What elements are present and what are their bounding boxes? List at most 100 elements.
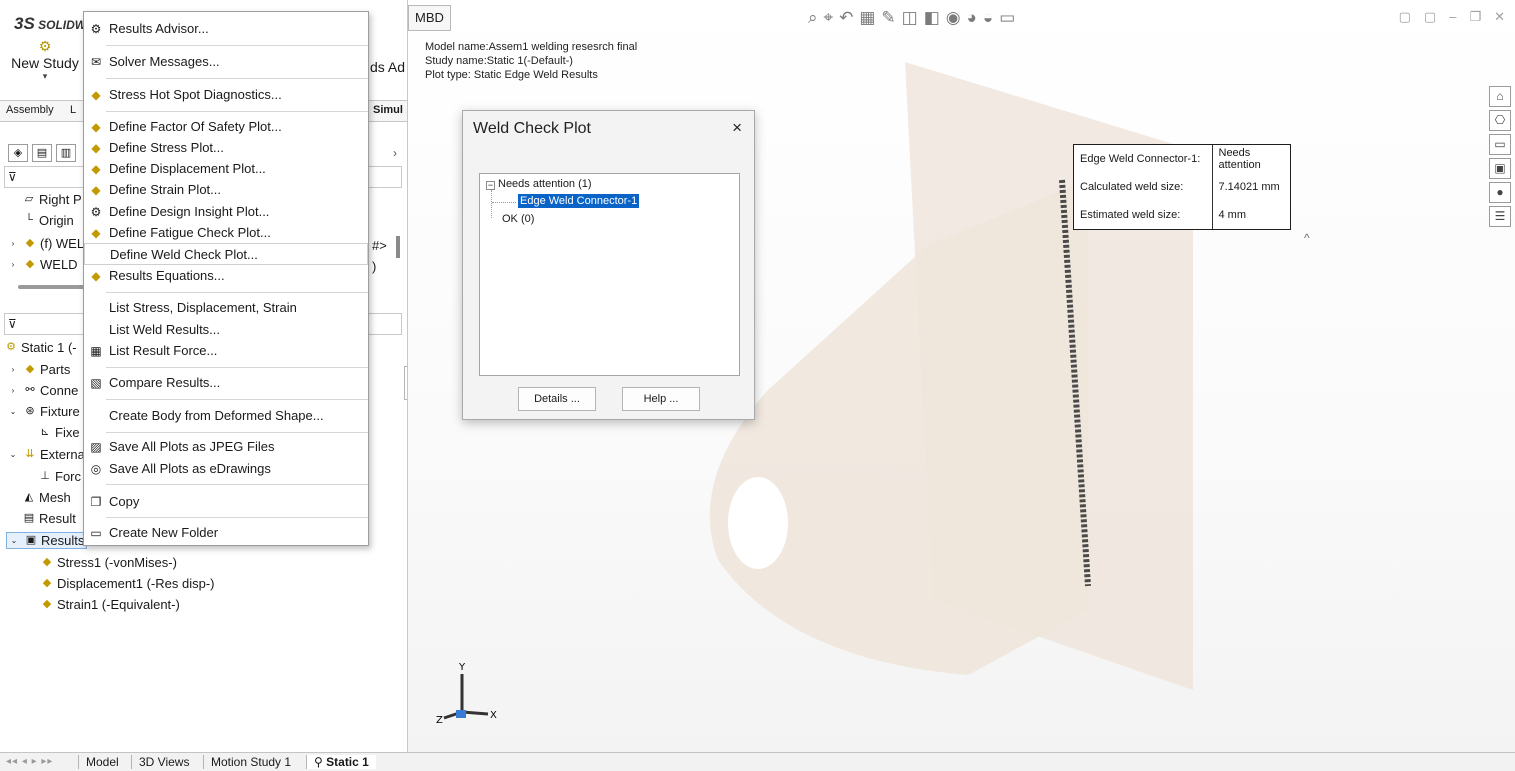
tree-item-fixed[interactable]: ⊾ Fixe — [38, 425, 79, 440]
origin-icon: └ — [25, 214, 33, 226]
view-orientation-icon[interactable]: ◫ — [902, 8, 918, 28]
tree-item-connections[interactable]: › ⚯ Conne — [6, 383, 79, 398]
display-style-icon[interactable]: ◧ — [924, 8, 940, 28]
collapse-icon[interactable]: ⌄ — [6, 405, 20, 418]
tree-item-parts[interactable]: › ◆ Parts — [6, 362, 71, 377]
home-icon[interactable]: ⌂ — [1489, 86, 1511, 107]
menu-item-define-design-insight[interactable]: ⚙ Define Design Insight Plot... — [84, 201, 368, 223]
file-explorer-icon[interactable]: ▭ — [1489, 134, 1511, 155]
panel-splitter-handle[interactable]: › — [404, 366, 407, 400]
menu-item-list-stress[interactable]: List Stress, Displacement, Strain — [84, 297, 368, 319]
mbd-tab[interactable]: MBD — [408, 5, 451, 31]
callout-collapse-icon[interactable]: ^ — [1304, 231, 1310, 245]
new-study-button[interactable]: ⚙ New Study ▾ — [9, 38, 81, 82]
collapse-icon[interactable]: − — [486, 181, 495, 190]
expand-icon[interactable]: › — [6, 237, 20, 250]
tab-assembly[interactable]: Assembly — [6, 104, 54, 116]
view-palette-icon[interactable]: ▣ — [1489, 158, 1511, 179]
messages-icon: ✉ — [90, 55, 102, 69]
tree-item-force[interactable]: ⊥ Forc — [38, 469, 81, 484]
tab-static-study[interactable]: ⚲ Static 1 — [306, 755, 376, 769]
collapse-icon[interactable]: ⌄ — [7, 534, 21, 547]
expand-icon[interactable]: › — [6, 258, 20, 271]
tree-item-static-study[interactable]: ⚙ Static 1 (- — [4, 340, 77, 355]
view-settings-icon[interactable]: ▭ — [999, 8, 1015, 28]
tree-item-results[interactable]: ⌄ ▣ Results — [6, 532, 88, 549]
tree-item-mesh[interactable]: ◭ Mesh — [22, 490, 71, 505]
close-icon[interactable]: ✕ — [1494, 9, 1505, 25]
menu-item-list-result-force[interactable]: ▦ List Result Force... — [84, 340, 368, 362]
new-study-dropdown-icon[interactable]: ▾ — [9, 71, 81, 82]
section-view-icon[interactable]: ▦ — [859, 8, 875, 28]
tab-model[interactable]: Model — [78, 755, 126, 769]
tree-item-right-plane[interactable]: ▱ Right P — [22, 192, 82, 207]
edrawings-icon: ◎ — [90, 462, 102, 476]
menu-item-results-equations[interactable]: ◆ Results Equations... — [84, 265, 368, 287]
zoom-area-icon[interactable]: ⌖ — [824, 8, 834, 28]
tree-node-needs-attention[interactable]: − Needs attention (1) — [486, 178, 592, 190]
feature-manager-icon[interactable]: ◈ — [8, 144, 28, 162]
menu-item-create-body-deformed[interactable]: Create Body from Deformed Shape... — [84, 405, 368, 427]
menu-item-define-stress-plot[interactable]: ◆ Define Stress Plot... — [84, 137, 368, 159]
tree-item-external-loads[interactable]: ⌄ ⇊ Externa — [6, 447, 85, 462]
tab-motion-study[interactable]: Motion Study 1 — [203, 755, 298, 769]
dialog-close-icon[interactable]: × — [732, 118, 742, 138]
tile-left-icon[interactable]: ▢ — [1399, 9, 1411, 25]
tree-item-strain1[interactable]: ◆ Strain1 (-Equivalent-) — [40, 597, 180, 612]
property-manager-icon[interactable]: ▤ — [32, 144, 52, 162]
tree-node-edge-weld-connector[interactable]: Edge Weld Connector-1 — [518, 194, 640, 208]
restore-icon[interactable]: ❐ — [1469, 9, 1481, 25]
minimize-icon[interactable]: – — [1449, 9, 1456, 25]
menu-item-define-strain-plot[interactable]: ◆ Define Strain Plot... — [84, 179, 368, 201]
menu-item-solver-messages[interactable]: ✉ Solver Messages... — [84, 51, 368, 73]
appearance-icon[interactable]: ◕ — [967, 8, 977, 28]
menu-item-list-weld-results[interactable]: List Weld Results... — [84, 319, 368, 341]
hide-show-icon[interactable]: ◉ — [946, 8, 961, 28]
menu-item-stress-hot-spot[interactable]: ◆ Stress Hot Spot Diagnostics... — [84, 84, 368, 106]
plot-icon: ◆ — [42, 598, 52, 610]
previous-view-icon[interactable]: ↶ — [839, 8, 853, 28]
custom-properties-icon[interactable]: ☰ — [1489, 206, 1511, 227]
menu-item-save-edrawings[interactable]: ◎ Save All Plots as eDrawings — [84, 458, 368, 480]
bracket-hole — [728, 477, 788, 569]
tab-3d-views[interactable]: 3D Views — [131, 755, 196, 769]
expand-icon[interactable]: › — [6, 363, 20, 376]
appearances-icon[interactable]: ● — [1489, 182, 1511, 203]
vertical-scrollbar[interactable] — [396, 236, 400, 258]
menu-item-define-fatigue-check[interactable]: ◆ Define Fatigue Check Plot... — [84, 222, 368, 244]
tree-item-weld-2[interactable]: › ◆ WELD — [6, 257, 78, 272]
tree-item-fixtures[interactable]: ⌄ ⊛ Fixture — [6, 404, 80, 419]
jpeg-icon: ▨ — [90, 440, 102, 454]
menu-item-save-jpeg[interactable]: ▨ Save All Plots as JPEG Files — [84, 436, 368, 458]
menu-item-define-displacement-plot[interactable]: ◆ Define Displacement Plot... — [84, 158, 368, 180]
tab-simulation[interactable]: Simul — [373, 104, 403, 116]
menu-item-define-weld-check[interactable]: Define Weld Check Plot... — [84, 243, 368, 265]
toolbar-fragment[interactable]: ds Ad — [370, 59, 405, 75]
tree-item-origin[interactable]: └ Origin — [22, 213, 74, 228]
expand-icon[interactable]: › — [6, 384, 20, 397]
panel-expand-icon[interactable]: › — [393, 146, 397, 160]
menu-item-compare-results[interactable]: ▧ Compare Results... — [84, 372, 368, 394]
menu-item-create-new-folder[interactable]: ▭ Create New Folder — [84, 522, 368, 544]
dynamic-annotation-icon[interactable]: ✎ — [881, 8, 895, 28]
menu-item-results-advisor[interactable]: ⚙ Results Advisor... — [84, 18, 368, 40]
configuration-manager-icon[interactable]: ▥ — [56, 144, 76, 162]
new-study-icon: ⚙ — [38, 38, 52, 54]
menu-item-define-fos-plot[interactable]: ◆ Define Factor Of Safety Plot... — [84, 116, 368, 138]
menu-item-copy[interactable]: ❐ Copy — [84, 491, 368, 513]
tree-item-weld-1[interactable]: › ◆ (f) WEL — [6, 236, 84, 251]
tab-scroll-arrows[interactable]: ◂◂ ◂ ▸ ▸▸ — [6, 756, 53, 767]
tree-item-result-options[interactable]: ▤ Result — [22, 511, 76, 526]
study-name: Study name:Static 1(-Default-) — [425, 55, 573, 67]
tab-layout[interactable]: L — [70, 104, 76, 116]
design-library-icon[interactable]: ⎔ — [1489, 110, 1511, 131]
help-button[interactable]: Help ... — [622, 387, 700, 411]
tree-item-stress1[interactable]: ◆ Stress1 (-vonMises-) — [40, 555, 177, 570]
tree-item-displacement1[interactable]: ◆ Displacement1 (-Res disp-) — [40, 576, 215, 591]
zoom-to-fit-icon[interactable]: ⌕ — [808, 8, 818, 28]
tree-node-ok[interactable]: OK (0) — [502, 213, 534, 225]
scene-icon[interactable]: ◒ — [983, 8, 993, 28]
tile-right-icon[interactable]: ▢ — [1424, 9, 1436, 25]
collapse-icon[interactable]: ⌄ — [6, 448, 20, 461]
details-button[interactable]: Details ... — [518, 387, 596, 411]
